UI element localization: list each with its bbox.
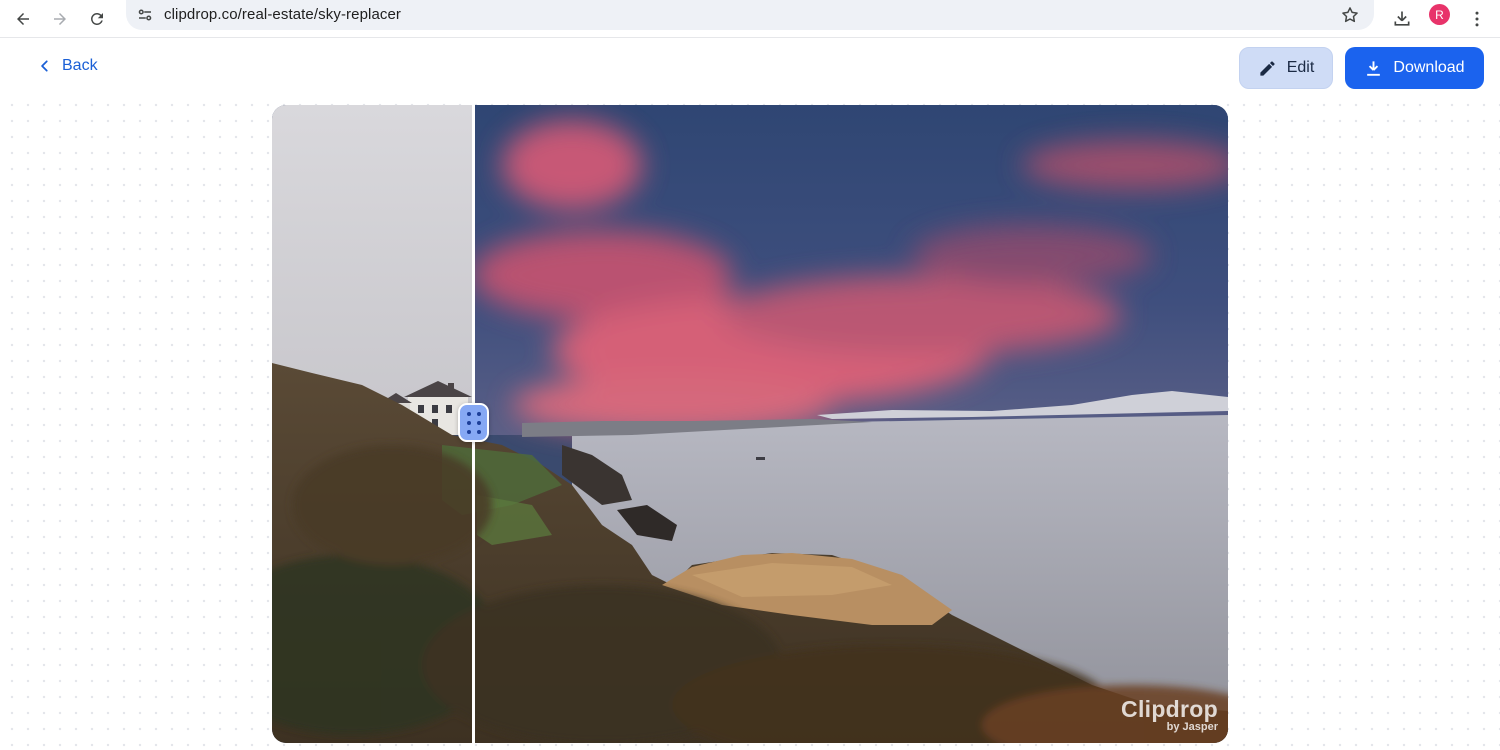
site-settings-icon[interactable] <box>136 6 154 24</box>
reload-icon[interactable] <box>80 2 114 36</box>
avatar-initial: R <box>1435 7 1444 22</box>
grip-dot <box>476 429 481 434</box>
edit-button[interactable]: Edit <box>1239 47 1333 89</box>
watermark-sub: by Jasper <box>1166 721 1218 733</box>
landscape-photo <box>272 105 1228 743</box>
pencil-icon <box>1260 60 1275 76</box>
back-label: Back <box>62 57 98 74</box>
bookmark-star-icon[interactable] <box>1340 5 1360 25</box>
download-button[interactable]: Download <box>1345 47 1484 89</box>
grip-dot <box>466 420 471 425</box>
edit-label: Edit <box>1286 59 1315 76</box>
browser-toolbar: clipdrop.co/real-estate/sky-replacer R <box>0 0 1500 38</box>
compare-slider-handle[interactable] <box>458 403 489 442</box>
download-label: Download <box>1393 59 1465 76</box>
clipdrop-watermark: Clipdrop by Jasper <box>1121 697 1218 733</box>
forward-arrow-icon[interactable] <box>43 2 77 36</box>
watermark-brand: Clipdrop <box>1121 696 1218 722</box>
url-text[interactable]: clipdrop.co/real-estate/sky-replacer <box>164 6 401 23</box>
back-arrow-icon[interactable] <box>6 2 40 36</box>
download-icon <box>1367 60 1381 76</box>
downloads-icon[interactable] <box>1385 2 1419 36</box>
kebab-menu-icon[interactable] <box>1460 2 1494 36</box>
grip-dot <box>476 411 481 416</box>
address-bar[interactable]: clipdrop.co/real-estate/sky-replacer <box>126 0 1374 30</box>
grip-dot <box>466 429 471 434</box>
grip-dot <box>476 420 481 425</box>
avatar[interactable]: R <box>1429 4 1450 25</box>
chevron-left-icon <box>41 60 48 72</box>
grip-dot <box>466 411 471 416</box>
page-canvas: Back Edit Download Clipdrop by Jasper <box>0 39 1500 750</box>
image-compare-viewer[interactable]: Clipdrop by Jasper <box>272 105 1228 743</box>
back-link[interactable]: Back <box>38 57 98 75</box>
